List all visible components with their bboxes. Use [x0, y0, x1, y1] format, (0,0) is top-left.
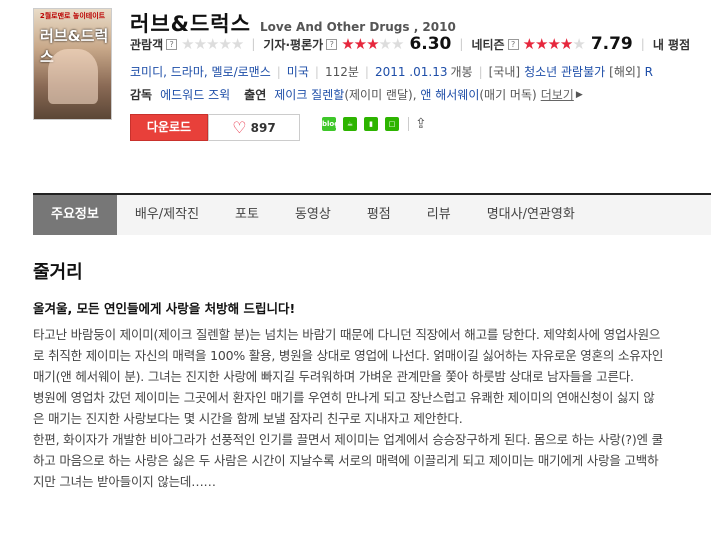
- help-icon[interactable]: ?: [326, 38, 338, 50]
- tab-photo[interactable]: 포토: [217, 195, 277, 235]
- rating-row: 관람객 ? ★★★★★ | 기자·평론가 ? ★★★★★ 6.30 | 네티즌 …: [130, 34, 691, 54]
- cast-label: 출연: [244, 88, 267, 102]
- tab-main-info[interactable]: 주요정보: [33, 195, 117, 235]
- cast-role-2: (매기 머독): [479, 88, 537, 102]
- netizen-stars: ★★★★★: [522, 35, 586, 53]
- movie-poster[interactable]: 2월로맨로 놓이테이트 러브&드럭스: [33, 8, 112, 120]
- audience-rating-label: 관람객: [130, 37, 164, 52]
- synopsis-body: 타고난 바람둥이 제이미(제이크 질렌할 분)는 넘치는 바람기 때문에 다니던…: [33, 324, 695, 492]
- download-button[interactable]: 다운로드: [130, 114, 208, 141]
- tab-rating[interactable]: 평점: [349, 195, 409, 235]
- genre-link[interactable]: 코미디, 드라마, 멜로/로맨스: [130, 63, 271, 80]
- tab-review[interactable]: 리뷰: [409, 195, 469, 235]
- title-english: Love And Other Drugs , 2010: [260, 20, 456, 34]
- help-icon[interactable]: ?: [166, 38, 178, 50]
- grade-foreign-link[interactable]: R: [645, 65, 653, 79]
- synopsis-tagline: 올겨울, 모든 연인들에게 사랑을 처방해 드립니다!: [33, 301, 296, 316]
- tab-cast-crew[interactable]: 배우/제작진: [117, 195, 217, 235]
- netizen-score: 7.79: [590, 34, 633, 54]
- my-rating-label[interactable]: 내 평점: [653, 36, 690, 53]
- synopsis-line: 하고 마음으로 하는 사랑은 싫은 두 사람은 시간이 지날수록 서로의 매력에…: [33, 453, 659, 468]
- cast-link-1[interactable]: 제이크 질렌할: [274, 86, 344, 103]
- movie-info: 코미디, 드라마, 멜로/로맨스 | 미국 | 112분 | 2011 .01.…: [130, 63, 653, 80]
- director-label: 감독: [130, 88, 153, 102]
- memo-share-icon[interactable]: □: [385, 117, 399, 131]
- like-count: 897: [250, 120, 276, 135]
- cafe-share-icon[interactable]: ☕: [343, 117, 357, 131]
- credits: 감독 에드워드 즈윅 출연 제이크 질렌할 (제이미 랜달) , 앤 해서웨이 …: [130, 86, 583, 103]
- more-credits-link[interactable]: 더보기: [541, 86, 574, 103]
- release-suffix: 개봉: [450, 65, 473, 79]
- content-tabs: 주요정보 배우/제작진 포토 동영상 평점 리뷰 명대사/연관영화: [33, 193, 711, 235]
- heart-icon: ♡: [232, 118, 247, 137]
- grade-domestic-link[interactable]: 청소년 관람불가: [524, 63, 605, 80]
- tab-quotes-related[interactable]: 명대사/연관영화: [469, 195, 593, 235]
- audience-stars: ★★★★★: [181, 35, 244, 53]
- title-korean: 러브&드럭스: [130, 12, 251, 36]
- share-bar: blog ☕ ▮ □ ⇪: [322, 116, 431, 132]
- grade-foreign-label: [해외]: [609, 65, 641, 79]
- synopsis-heading: 줄거리: [33, 262, 83, 283]
- cast-role-1: (제이미 랜달): [344, 88, 413, 102]
- poster-figure: [48, 49, 98, 104]
- synopsis-line: 타고난 바람둥이 제이미(제이크 질렌할 분)는 넘치는 바람기 때문에 다니던…: [33, 327, 661, 342]
- country-link[interactable]: 미국: [287, 63, 309, 80]
- synopsis-line: 지만 그녀는 받아들이지 않는데……: [33, 474, 216, 489]
- netizen-rating-label: 네티즌: [471, 37, 505, 52]
- poster-top-text: 2월로맨로 놓이테이트: [39, 12, 106, 20]
- tab-video[interactable]: 동영상: [277, 195, 349, 235]
- blog-share-icon[interactable]: blog: [322, 117, 339, 131]
- share-icon[interactable]: ⇪: [415, 116, 431, 132]
- grade-domestic-label: [국내]: [488, 65, 521, 79]
- synopsis-line: 로 취직한 제이미는 자신의 매력을 100% 활용, 병원을 상대로 영업에 …: [33, 348, 664, 363]
- synopsis-line: 은 매기는 진지한 사랑보다는 몇 시간을 함께 보낼 잠자리 친구로 지내자고…: [33, 411, 463, 426]
- chevron-right-icon: ▶: [575, 89, 583, 100]
- help-icon[interactable]: ?: [507, 38, 519, 50]
- synopsis-line: 매기(앤 헤서웨이 분). 그녀는 진지한 사랑에 빠지길 두려워하며 가벼운 …: [33, 369, 634, 384]
- director-link[interactable]: 에드워드 즈윅: [160, 86, 230, 103]
- critic-score: 6.30: [409, 34, 452, 54]
- bookmark-share-icon[interactable]: ▮: [364, 117, 378, 131]
- release-date-link[interactable]: 2011 .01.13: [375, 65, 448, 79]
- synopsis-line: 병원에 영업차 갔던 제이미는 그곳에서 환자인 매기를 우연히 만나게 되고 …: [33, 390, 655, 405]
- runtime: 112분: [324, 65, 359, 79]
- critic-rating-label: 기자·평론가: [263, 37, 324, 52]
- synopsis-line: 한편, 화이자가 개발한 비아그라가 선풍적인 인기를 끌면서 제이미는 업계에…: [33, 432, 663, 447]
- cast-link-2[interactable]: 앤 해서웨이: [420, 86, 479, 103]
- critic-stars: ★★★★★: [341, 35, 404, 53]
- synopsis-section: 줄거리 올겨울, 모든 연인들에게 사랑을 처방해 드립니다! 타고난 바람둥이…: [33, 258, 695, 492]
- like-button[interactable]: ♡ 897: [208, 114, 300, 141]
